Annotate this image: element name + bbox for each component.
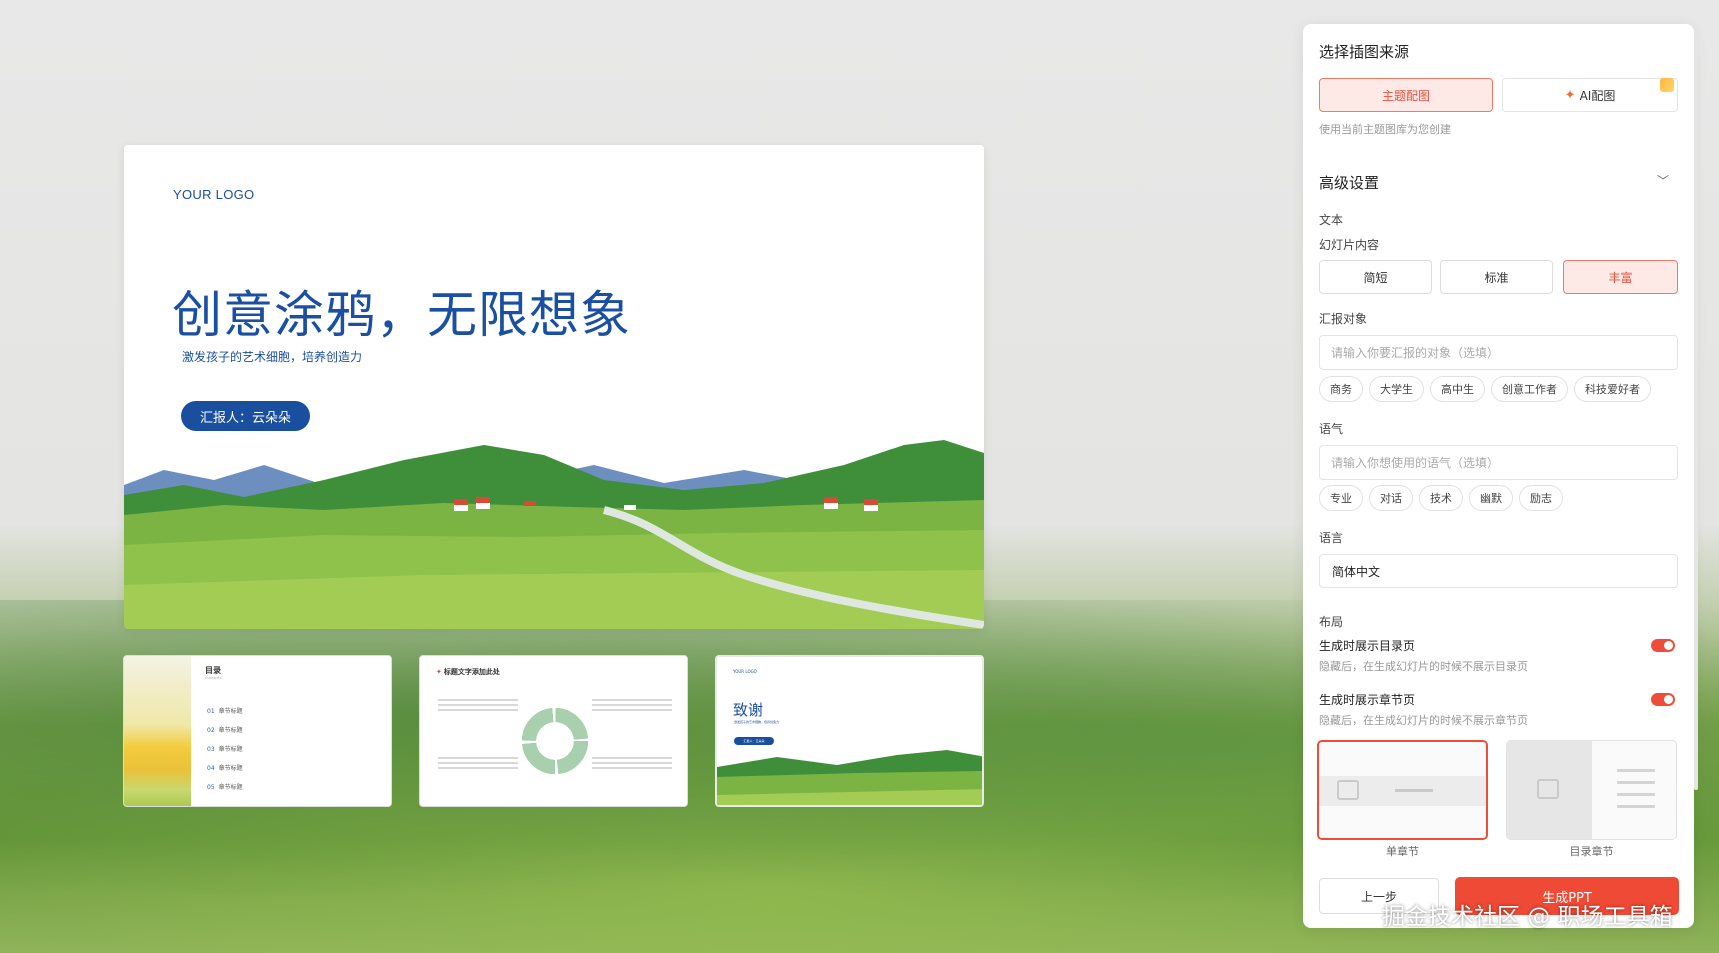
layout-single-chapter[interactable] [1317,740,1488,840]
thumbnail-logo: YOUR LOGO [733,669,757,674]
image-icon [1537,779,1559,799]
layout-line [1617,769,1655,772]
tone-chip[interactable]: 励志 [1519,485,1563,511]
tone-label: 语气 [1319,422,1344,436]
layout-line [1617,805,1655,808]
toc-item: 01 章节标题 [207,708,243,715]
toc-item: 02 章节标题 [207,727,243,734]
audience-chips: 商务 大学生 高中生 创意工作者 科技爱好者 [1319,376,1651,402]
content-option-rich[interactable]: 丰富 [1563,260,1678,294]
layout-preview-right [1592,741,1676,839]
tone-chip[interactable]: 技术 [1419,485,1463,511]
chapter-toggle-label: 生成时展示章节页 [1319,693,1416,707]
language-select[interactable]: 简体中文 [1319,554,1678,588]
text-label: 文本 [1319,213,1344,227]
settings-panel: 选择插图来源 主题配图 ✦ AI配图 使用当前主题图库为您创建 高级设置 ﹀ 文本… [1303,24,1694,928]
tone-chip[interactable]: 对话 [1369,485,1413,511]
slide-logo: YOUR LOGO [173,187,255,202]
text-block [438,754,518,769]
thumbnail-toc-title: 目录 [205,666,221,675]
layout-label: 布局 [1319,615,1344,629]
thumbnail-content-slide[interactable]: ✦ 标题文字添加此处 [419,655,688,807]
main-slide-preview[interactable]: YOUR LOGO 创意涂鸦，无限想象 激发孩子的艺术细胞，培养创造力 汇报人：… [124,145,984,629]
layout-line [1395,789,1433,792]
tone-chip[interactable]: 幽默 [1469,485,1513,511]
toc-item: 04 章节标题 [207,765,243,772]
slide-subtitle: 激发孩子的艺术细胞，培养创造力 [182,350,363,364]
thumbnail-toc-subtitle: CONTENTS [205,676,222,680]
audience-chip[interactable]: 创意工作者 [1491,376,1568,402]
thumbnail-toc-slide[interactable]: 目录 CONTENTS 01 章节标题 02 章节标题 03 章节标题 04 章节标题 … [123,655,392,807]
chapter-toggle[interactable] [1651,693,1675,706]
slide-title: 创意涂鸦，无限想象 [172,286,631,344]
layout-line [1617,781,1655,784]
cycle-diagram [522,708,588,774]
audience-chip[interactable]: 科技爱好者 [1574,376,1651,402]
landscape-illustration [124,440,984,629]
audience-chip[interactable]: 商务 [1319,376,1363,402]
thumbnail-landscape [717,750,982,805]
layout-toc-chapter[interactable] [1506,740,1677,840]
layout-line [1617,793,1655,796]
toc-toggle-hint: 隐藏后，在生成幻灯片的时候不展示目录页 [1319,660,1528,673]
content-option-short[interactable]: 简短 [1319,260,1432,294]
audience-input[interactable] [1319,335,1678,370]
tone-input[interactable] [1319,445,1678,480]
content-option-standard[interactable]: 标准 [1440,260,1553,294]
thumbnail-reporter-pill: 汇报人：云朵朵 [734,737,774,745]
layout-single-label: 单章节 [1386,845,1419,858]
thumbnail-thanks-title: 致谢 [733,701,764,719]
watermark: 掘金技术社区 @ 职场工具箱 [1382,904,1673,930]
thumbnail-thanks-slide[interactable]: YOUR LOGO 致谢 激发孩子的艺术细胞，培养创造力 汇报人：云朵朵 [715,655,984,807]
layout-preview-top [1319,742,1486,776]
sparkle-icon: ✦ [1564,87,1576,103]
ai-new-badge-icon [1660,78,1674,92]
text-block [592,754,672,769]
layout-toc-label: 目录章节 [1569,845,1614,858]
advanced-title[interactable]: 高级设置 [1319,172,1379,193]
theme-image-button[interactable]: 主题配图 [1319,78,1493,112]
source-hint: 使用当前主题图库为您创建 [1319,123,1451,136]
layout-preview-bottom [1319,806,1486,838]
pin-icon: ✦ [436,668,442,676]
tone-chip[interactable]: 专业 [1319,485,1363,511]
toc-toggle[interactable] [1651,639,1675,652]
toc-toggle-label: 生成时展示目录页 [1319,639,1416,653]
language-label: 语言 [1319,531,1344,545]
audience-chip[interactable]: 大学生 [1369,376,1424,402]
toc-item: 05 章节标题 [207,784,243,791]
audience-label: 汇报对象 [1319,312,1368,326]
text-block [438,696,518,711]
content-label: 幻灯片内容 [1319,238,1380,252]
image-icon [1337,780,1359,800]
panel-scrollbar[interactable] [1694,30,1698,790]
thumbnail-illustration [124,656,191,806]
text-block [592,696,672,711]
tone-chips: 专业 对话 技术 幽默 励志 [1319,485,1563,511]
thumbnail-thanks-subtitle: 激发孩子的艺术细胞，培养创造力 [734,720,780,724]
thumbnail-content-title: ✦ 标题文字添加此处 [436,668,500,676]
audience-chip[interactable]: 高中生 [1430,376,1485,402]
chapter-toggle-hint: 隐藏后，在生成幻灯片的时候不展示章节页 [1319,714,1528,727]
ai-image-button[interactable]: ✦ AI配图 [1502,78,1678,112]
source-title: 选择插图来源 [1319,43,1410,61]
chevron-down-icon[interactable]: ﹀ [1657,172,1669,189]
toc-item: 03 章节标题 [207,746,243,753]
